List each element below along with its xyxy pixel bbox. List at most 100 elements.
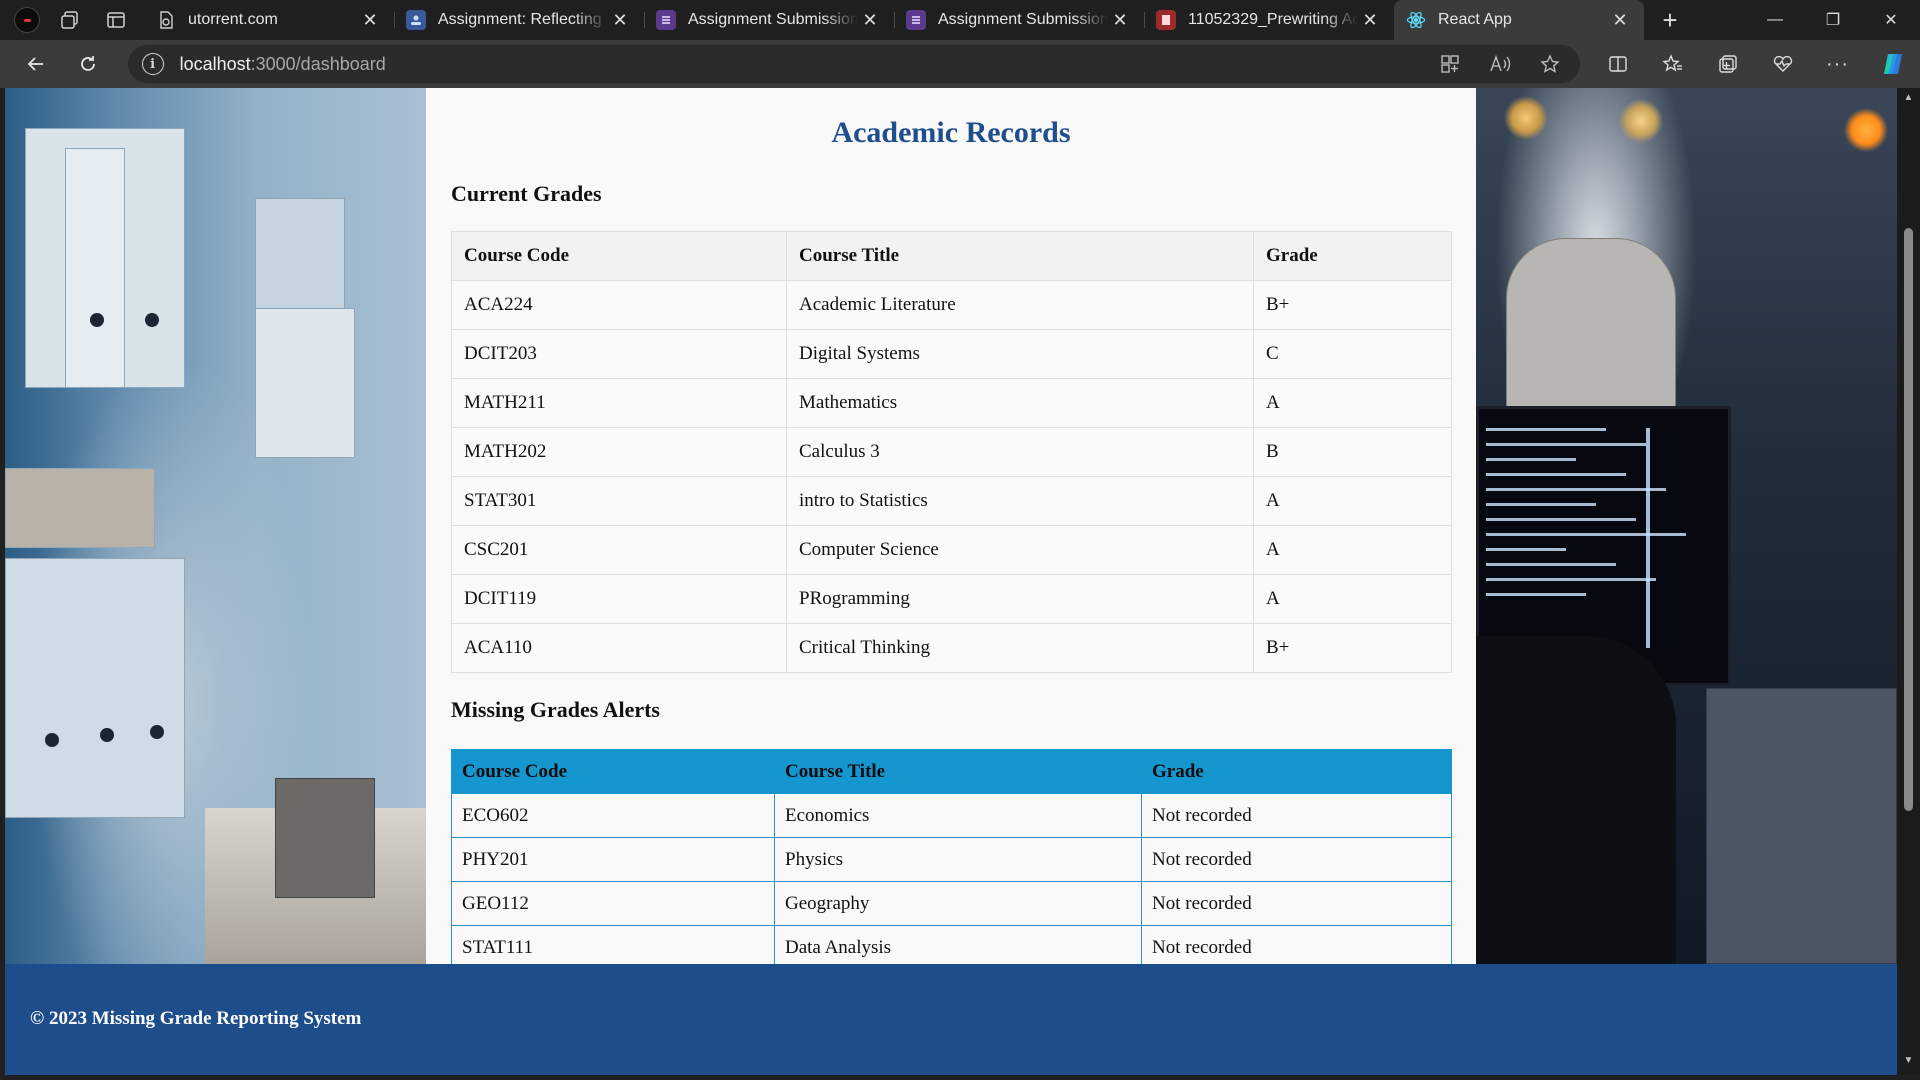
page-viewport: Academic Records Current Grades Course C… bbox=[5, 88, 1897, 1075]
profile-avatar[interactable] bbox=[10, 3, 44, 37]
grade-cell: B+ bbox=[1253, 623, 1452, 673]
split-screen-icon[interactable] bbox=[1590, 44, 1645, 84]
course-title-cell: Geography bbox=[774, 881, 1142, 926]
collections-icon[interactable] bbox=[1700, 44, 1755, 84]
grade-cell: B bbox=[1253, 427, 1452, 477]
browser-essentials-icon[interactable] bbox=[1755, 44, 1810, 84]
course-code-cell: ACA110 bbox=[451, 623, 787, 673]
tab-title: Assignment: Reflecting on bbox=[438, 11, 608, 28]
tab-assignment-submission-1[interactable]: Assignment Submission: ✕ bbox=[644, 0, 894, 40]
current-grades-heading: Current Grades bbox=[451, 181, 602, 206]
list-icon bbox=[906, 10, 926, 30]
column-header-grade: Grade bbox=[1141, 749, 1452, 794]
course-code-cell: DCIT119 bbox=[451, 574, 787, 624]
course-title-cell: Mathematics bbox=[786, 378, 1254, 428]
assignment-icon bbox=[406, 10, 426, 30]
minimize-icon[interactable]: — bbox=[1746, 0, 1804, 40]
url-text[interactable]: localhost:3000/dashboard bbox=[180, 54, 386, 75]
more-menu-icon[interactable]: ··· bbox=[1810, 44, 1865, 84]
column-header-course-code: Course Code bbox=[451, 749, 775, 794]
table-row: ACA110 Critical Thinking B+ bbox=[451, 623, 1452, 673]
favorite-star-icon[interactable] bbox=[1534, 54, 1566, 74]
missing-grades-table: Course Code Course Title Grade ECO602 Eco… bbox=[451, 749, 1452, 970]
column-header-course-title: Course Title bbox=[786, 231, 1254, 281]
course-title-cell: Academic Literature bbox=[786, 280, 1254, 330]
grade-cell: Not recorded bbox=[1141, 881, 1452, 926]
close-window-icon[interactable]: ✕ bbox=[1862, 0, 1920, 40]
course-title-cell: Critical Thinking bbox=[786, 623, 1254, 673]
course-code-cell: CSC201 bbox=[451, 525, 787, 575]
main-content: Academic Records Current Grades Course C… bbox=[426, 88, 1476, 970]
table-row: DCIT119 PRogramming A bbox=[451, 574, 1452, 624]
table-row: GEO112 Geography Not recorded bbox=[451, 881, 1452, 926]
close-tab-icon[interactable]: ✕ bbox=[358, 8, 382, 32]
vertical-tabs-icon[interactable] bbox=[96, 3, 136, 37]
scrollbar-thumb[interactable] bbox=[1904, 228, 1913, 811]
copilot-icon[interactable] bbox=[1865, 44, 1920, 84]
grade-cell: Not recorded bbox=[1141, 837, 1452, 882]
tab-title: Assignment Submission: bbox=[938, 11, 1108, 28]
list-icon bbox=[656, 10, 676, 30]
page-scrollbar[interactable]: ▲ ▼ bbox=[1897, 88, 1920, 1075]
tab-assignment-submission-2[interactable]: Assignment Submission: ✕ bbox=[894, 0, 1144, 40]
current-grades-table: Course Code Course Title Grade ACA224 Aca… bbox=[451, 231, 1452, 673]
table-row: CSC201 Computer Science A bbox=[451, 525, 1452, 575]
course-title-cell: PRogramming bbox=[786, 574, 1254, 624]
back-icon[interactable] bbox=[10, 44, 62, 84]
site-info-icon[interactable]: i bbox=[141, 53, 164, 75]
table-row: MATH211 Mathematics A bbox=[451, 378, 1452, 428]
new-tab-icon[interactable]: + bbox=[1650, 0, 1690, 40]
grade-cell: C bbox=[1253, 329, 1452, 379]
window-bottom-edge bbox=[0, 1075, 1920, 1080]
tab-react-app[interactable]: React App ✕ bbox=[1394, 0, 1644, 40]
tab-title: React App bbox=[1438, 11, 1512, 28]
read-aloud-icon[interactable] bbox=[1484, 54, 1516, 74]
window-controls: — ❐ ✕ bbox=[1746, 0, 1920, 40]
grade-cell: B+ bbox=[1253, 280, 1452, 330]
grade-cell: Not recorded bbox=[1141, 793, 1452, 838]
app-available-icon[interactable] bbox=[1434, 54, 1466, 74]
background-photo-office-right bbox=[1476, 88, 1897, 964]
favorites-icon[interactable] bbox=[1645, 44, 1700, 84]
tab-assignment-reflecting[interactable]: Assignment: Reflecting on ✕ bbox=[394, 0, 644, 40]
scroll-up-arrow-icon[interactable]: ▲ bbox=[1897, 92, 1920, 108]
table-row: MATH202 Calculus 3B bbox=[451, 427, 1452, 477]
table-header-row: Course Code Course Title Grade bbox=[451, 749, 1452, 794]
course-title-cell: Economics bbox=[774, 793, 1142, 838]
table-header-row: Course Code Course Title Grade bbox=[451, 231, 1452, 281]
scroll-down-arrow-icon[interactable]: ▼ bbox=[1897, 1055, 1920, 1071]
grade-cell: Not recorded bbox=[1141, 925, 1452, 970]
restore-icon[interactable]: ❐ bbox=[1804, 0, 1862, 40]
course-code-cell: PHY201 bbox=[451, 837, 775, 882]
column-header-grade: Grade bbox=[1253, 231, 1452, 281]
table-row: ECO602 Economics Not recorded bbox=[451, 793, 1452, 838]
column-header-course-code: Course Code bbox=[451, 231, 787, 281]
tab-title: Assignment Submission: bbox=[688, 11, 858, 28]
tab-utorrent[interactable]: utorrent.com ✕ bbox=[144, 0, 394, 40]
table-row: DCIT203 Digital Systems C bbox=[451, 329, 1452, 379]
close-tab-icon[interactable]: ✕ bbox=[1608, 8, 1632, 32]
footer-copyright: © 2023 Missing Grade Reporting System bbox=[30, 1008, 362, 1029]
grade-cell: A bbox=[1253, 378, 1452, 428]
workspaces-icon[interactable] bbox=[50, 3, 90, 37]
course-title-cell: Computer Science bbox=[786, 525, 1254, 575]
grade-cell: A bbox=[1253, 574, 1452, 624]
close-tab-icon[interactable]: ✕ bbox=[1358, 8, 1382, 32]
browser-tab-bar: utorrent.com ✕ Assignment: Reflecting on… bbox=[0, 0, 1920, 40]
course-code-cell: STAT301 bbox=[451, 476, 787, 526]
refresh-icon[interactable] bbox=[62, 44, 114, 84]
course-title-cell: intro to Statistics bbox=[786, 476, 1254, 526]
react-icon bbox=[1406, 10, 1426, 30]
address-bar[interactable]: i localhost:3000/dashboard bbox=[127, 45, 1580, 83]
close-tab-icon[interactable]: ✕ bbox=[608, 8, 632, 32]
tab-strip: utorrent.com ✕ Assignment: Reflecting on… bbox=[144, 0, 1690, 40]
course-code-cell: STAT111 bbox=[451, 925, 775, 970]
tab-title: 11052329_Prewriting Acti bbox=[1188, 11, 1358, 28]
column-header-course-title: Course Title bbox=[774, 749, 1142, 794]
course-title-cell: Calculus 3 bbox=[786, 427, 1254, 477]
tab-prewriting-pdf[interactable]: 11052329_Prewriting Acti ✕ bbox=[1144, 0, 1394, 40]
grade-cell: A bbox=[1253, 525, 1452, 575]
table-row: STAT301 intro to Statistics A bbox=[451, 476, 1452, 526]
close-tab-icon[interactable]: ✕ bbox=[858, 8, 882, 32]
close-tab-icon[interactable]: ✕ bbox=[1108, 8, 1132, 32]
